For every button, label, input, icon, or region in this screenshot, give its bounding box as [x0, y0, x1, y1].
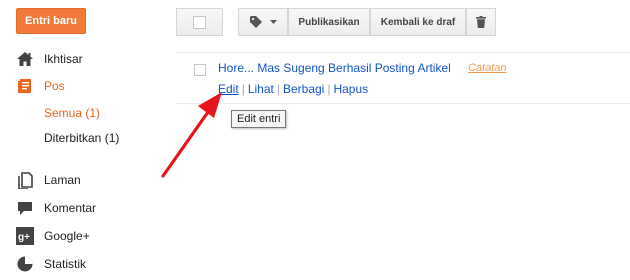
post-actions: Edit | Lihat | Berbagi | Hapus — [218, 82, 368, 96]
sidebar-item-pages[interactable]: Laman — [16, 171, 81, 190]
sidebar-subitem-published[interactable]: Diterbitkan (1) — [44, 131, 119, 145]
sidebar-item-overview[interactable]: Ikhtisar — [16, 50, 83, 68]
chevron-down-icon — [269, 20, 277, 24]
stats-icon — [16, 255, 34, 273]
sidebar-item-posts[interactable]: Pos — [16, 77, 65, 95]
post-title-link[interactable]: Hore... Mas Sugeng Berhasil Posting Arti… — [218, 61, 451, 75]
sidebar-item-label: Statistik — [44, 257, 87, 271]
delete-link[interactable]: Hapus — [333, 82, 368, 96]
home-icon — [16, 50, 34, 68]
post-checkbox[interactable] — [194, 64, 206, 76]
sidebar-item-label: Komentar — [44, 201, 97, 215]
post-label-link[interactable]: Catatan — [468, 62, 507, 74]
select-all-checkbox-button[interactable] — [176, 8, 223, 36]
edit-link[interactable]: Edit — [218, 82, 239, 96]
sidebar-item-label: Laman — [44, 173, 81, 187]
revert-to-draft-button[interactable]: Kembali ke draf — [370, 8, 466, 36]
sidebar-item-label: Pos — [44, 79, 65, 93]
sidebar-item-label: Ikhtisar — [44, 52, 83, 66]
trash-icon — [476, 16, 486, 28]
new-entry-button[interactable]: Entri baru — [16, 8, 86, 34]
edit-tooltip: Edit entri — [231, 110, 287, 128]
sidebar-item-label: Google+ — [44, 229, 90, 243]
share-link[interactable]: Berbagi — [283, 82, 324, 96]
sidebar-subitem-all[interactable]: Semua (1) — [44, 106, 100, 120]
google-plus-icon: g+ — [16, 227, 34, 245]
svg-text:g+: g+ — [18, 232, 30, 243]
comment-icon — [16, 199, 34, 217]
sidebar-item-comments[interactable]: Komentar — [16, 199, 96, 217]
checkbox-icon — [193, 15, 206, 29]
publish-button[interactable]: Publikasikan — [288, 8, 370, 36]
view-link[interactable]: Lihat — [248, 82, 274, 96]
post-list-row — [176, 52, 630, 104]
separator: | — [276, 82, 280, 96]
separator: | — [327, 82, 331, 96]
separator: | — [241, 82, 245, 96]
label-menu-button[interactable] — [238, 8, 288, 36]
sidebar-item-google-plus[interactable]: g+ Google+ — [16, 227, 90, 245]
tag-icon — [249, 16, 264, 28]
sidebar-item-stats[interactable]: Statistik — [16, 255, 86, 273]
pages-icon — [16, 171, 34, 190]
delete-button[interactable] — [466, 8, 496, 36]
posts-icon — [16, 77, 34, 95]
